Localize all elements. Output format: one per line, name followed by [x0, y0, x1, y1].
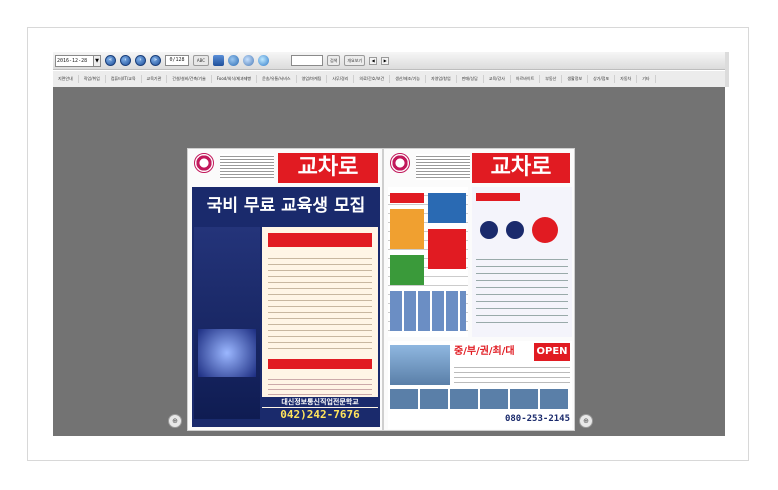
newspaper-page-right[interactable]: 교차로 중/부/권/최/대 OPEN 080-253-2145: [383, 148, 575, 431]
menu-item[interactable]: 영업/마케팅: [297, 75, 328, 83]
print-icon[interactable]: [213, 55, 224, 66]
mini-left-button[interactable]: ◀: [369, 56, 378, 65]
menu-item[interactable]: 교육기관: [142, 75, 168, 83]
ad-course-banner: [268, 233, 372, 247]
newspaper-logo-icon: [194, 153, 214, 173]
prev-page-button[interactable]: ‹: [120, 55, 131, 66]
masthead-title: 교차로: [278, 153, 378, 183]
menu-item[interactable]: Food/외식/제과제빵: [212, 75, 258, 83]
school-name: 대신정보통신직업전문학교: [262, 397, 378, 407]
search-button[interactable]: 검색: [327, 55, 341, 66]
menu-item[interactable]: 기타: [637, 75, 656, 83]
menu-item[interactable]: 지면안내: [53, 75, 79, 83]
menu-item[interactable]: 생활정보: [562, 75, 589, 83]
menu-item[interactable]: 생산/제조/기능: [390, 75, 426, 83]
ad-course-text: [268, 253, 372, 353]
classified-box-2: [390, 209, 424, 249]
masthead-title-right: 교차로: [472, 153, 570, 183]
viewer-toolbar: 2016-12-28 ▼ « ‹ › » 0/128 ABC 검색 개요보기 ◀…: [53, 52, 725, 70]
store-photo: [390, 345, 450, 385]
page-header-info: [220, 154, 274, 180]
mini-right-button[interactable]: ▶: [381, 56, 390, 65]
newspaper-page-left[interactable]: 교차로 국비 무료 교육생 모집 대신정보통신직업전문학교 042)242-76…: [187, 148, 383, 431]
last-page-button[interactable]: »: [150, 55, 161, 66]
newspaper-logo-icon-right: [390, 153, 410, 173]
menu-item[interactable]: 자영업/창업: [426, 75, 457, 83]
menu-item[interactable]: 부동산: [540, 75, 563, 83]
classified-box-4: [428, 229, 466, 269]
menu-item[interactable]: 직업/취업: [79, 75, 106, 83]
phone-number-left: 042)242-7676: [262, 408, 378, 422]
store-text: [454, 363, 570, 387]
menu-item[interactable]: 사무/경리: [327, 75, 355, 83]
search-option-button[interactable]: 개요보기: [344, 55, 366, 66]
next-page-button[interactable]: ›: [135, 55, 146, 66]
open-badge: OPEN: [534, 343, 570, 361]
newspaper-viewer: 교차로 국비 무료 교육생 모집 대신정보통신직업전문학교 042)242-76…: [53, 87, 725, 436]
classified-box-5: [390, 291, 466, 331]
store-product-images: [390, 389, 570, 409]
store-highlight: 중/부/권/최/대: [454, 346, 515, 357]
menu-item[interactable]: 운송/유통/서비스: [257, 75, 297, 83]
menu-item[interactable]: 자동차: [615, 75, 638, 83]
menu-item[interactable]: 건설/설비/건축/기술: [167, 75, 212, 83]
classified-box-1: [428, 193, 466, 223]
classified-tag-1: [390, 193, 424, 203]
loan-circle-1: [480, 221, 498, 239]
zoom-right-icon[interactable]: ⊕: [579, 414, 593, 428]
menu-item[interactable]: 의료/간호/보건: [354, 75, 391, 83]
ad-headline: 국비 무료 교육생 모집: [206, 196, 366, 216]
page-header-info-right: [416, 154, 470, 180]
loan-ad-tag: [476, 193, 520, 201]
first-page-button[interactable]: «: [105, 55, 116, 66]
ad-price-bar: [268, 359, 372, 369]
view-mode-button[interactable]: ABC: [193, 55, 209, 66]
toolbar-edge: [725, 52, 729, 87]
menu-item[interactable]: 컴퓨터/IT/교육: [106, 75, 142, 83]
menu-item[interactable]: 상가/점포: [588, 75, 616, 83]
save-icon[interactable]: [243, 55, 254, 66]
classified-box-3: [390, 255, 424, 285]
menu-item[interactable]: 아르바이트: [511, 75, 541, 83]
phone-number-right: 080-253-2145: [390, 413, 570, 425]
search-input[interactable]: [291, 55, 323, 66]
globe-icon[interactable]: [258, 55, 269, 66]
ad-sidebar: [194, 227, 260, 419]
ad-globe-image: [198, 329, 256, 377]
menu-item[interactable]: 판매/상담: [457, 75, 484, 83]
loan-circle-3: [532, 217, 558, 243]
page-indicator[interactable]: 0/128: [165, 55, 189, 66]
chevron-down-icon[interactable]: ▼: [94, 54, 101, 67]
loan-circle-2: [506, 221, 524, 239]
category-menu: 지면안내 직업/취업 컴퓨터/IT/교육 교육기관 건설/설비/건축/기술 Food/외식…: [53, 71, 725, 88]
loan-ad-text: [476, 253, 568, 325]
date-select[interactable]: 2016-12-28: [55, 54, 94, 67]
zoom-left-icon[interactable]: ⊕: [168, 414, 182, 428]
zoom-icon[interactable]: [228, 55, 239, 66]
menu-item[interactable]: 교육/강사: [484, 75, 511, 83]
